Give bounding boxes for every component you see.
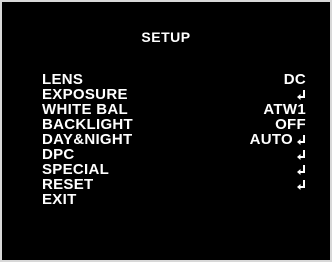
enter-icon [297, 179, 306, 190]
menu-item-value-wrap [293, 164, 306, 175]
menu-item-label: EXPOSURE [42, 86, 128, 103]
menu-item-value-wrap: ATW1 [263, 102, 306, 117]
menu-item-lens[interactable]: LENS DC [42, 72, 306, 87]
menu-item-label: DPC [42, 146, 75, 163]
menu-item-value-wrap: DC [284, 72, 306, 87]
menu-item-value: OFF [275, 116, 306, 133]
menu-item-special[interactable]: SPECIAL [42, 162, 306, 177]
menu-item-value-wrap: OFF [275, 117, 306, 132]
enter-icon [297, 149, 306, 160]
enter-icon [297, 134, 306, 145]
menu-item-white-bal[interactable]: WHITE BAL ATW1 [42, 102, 306, 117]
menu-item-label: EXIT [42, 191, 77, 208]
setup-menu: LENS DC EXPOSURE WHITE BAL ATW1 BACKLIGH… [42, 72, 306, 207]
menu-item-label: RESET [42, 176, 94, 193]
menu-item-exit[interactable]: EXIT [42, 192, 306, 207]
menu-item-value: AUTO [249, 131, 293, 148]
menu-item-value: ATW1 [263, 101, 306, 118]
menu-item-backlight[interactable]: BACKLIGHT OFF [42, 117, 306, 132]
menu-item-label: SPECIAL [42, 161, 110, 178]
menu-item-day-night[interactable]: DAY&NIGHT AUTO [42, 132, 306, 147]
menu-item-label: DAY&NIGHT [42, 131, 133, 148]
menu-item-value-wrap [293, 89, 306, 100]
menu-item-value-wrap [293, 179, 306, 190]
menu-item-label: WHITE BAL [42, 101, 129, 118]
menu-item-reset[interactable]: RESET [42, 177, 306, 192]
menu-item-label: BACKLIGHT [42, 116, 134, 133]
menu-title: SETUP [141, 29, 191, 45]
menu-item-value-wrap [293, 149, 306, 160]
osd-setup-screen: SETUP LENS DC EXPOSURE WHITE BAL ATW1 BA… [0, 0, 332, 262]
menu-item-exposure[interactable]: EXPOSURE [42, 87, 306, 102]
menu-item-dpc[interactable]: DPC [42, 147, 306, 162]
menu-item-value: DC [283, 71, 306, 88]
menu-item-value-wrap: AUTO [250, 132, 306, 147]
enter-icon [297, 164, 306, 175]
enter-icon [297, 89, 306, 100]
menu-item-label: LENS [42, 71, 84, 88]
